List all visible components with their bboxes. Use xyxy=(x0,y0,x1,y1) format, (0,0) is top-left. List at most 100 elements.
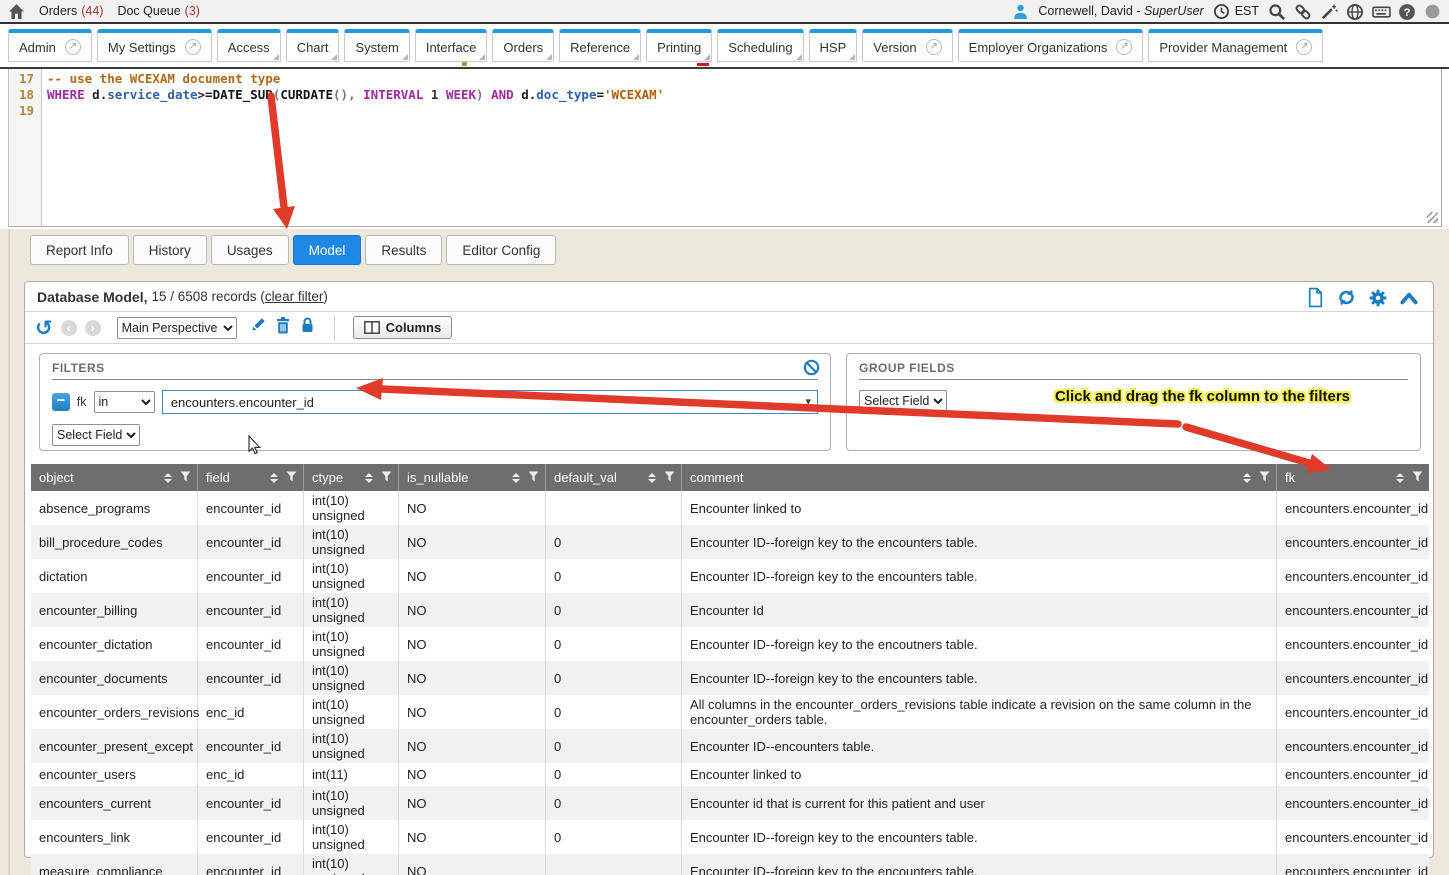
sort-icon[interactable] xyxy=(648,473,656,483)
collapse-chevron-icon[interactable] xyxy=(1399,290,1419,306)
cell-fk[interactable]: encounters.encounter_id xyxy=(1277,820,1429,854)
lock-icon[interactable] xyxy=(299,316,316,339)
topbar-menu-orders[interactable]: Orders (44) xyxy=(39,4,103,18)
edit-perspective-icon[interactable] xyxy=(249,316,267,339)
cell-fk[interactable]: encounters.encounter_id xyxy=(1277,661,1429,695)
user-name[interactable]: Cornewell, David - SuperUser xyxy=(1038,4,1203,18)
filter-value-input[interactable] xyxy=(163,391,817,413)
table-row-encounter-dictation[interactable]: encounter_dictationencounter_idint(10) u… xyxy=(31,627,1429,661)
new-document-icon[interactable] xyxy=(1306,287,1325,308)
help-icon[interactable]: ? xyxy=(1398,3,1415,20)
external-link-icon[interactable]: ↗ xyxy=(185,39,201,55)
nav-tab-hsp[interactable]: HSP xyxy=(809,29,858,62)
filter-funnel-icon[interactable] xyxy=(381,470,392,485)
sort-icon[interactable] xyxy=(164,473,172,483)
result-tab-history[interactable]: History xyxy=(133,235,207,265)
column-header-ctype[interactable]: ctype xyxy=(304,464,399,491)
cell-fk[interactable]: encounters.encounter_id xyxy=(1277,854,1429,875)
nav-tab-access[interactable]: Access xyxy=(217,29,281,62)
refresh-icon[interactable] xyxy=(1336,287,1357,308)
editor-code-area[interactable]: -- use the WCEXAM document typeWHERE d.s… xyxy=(42,69,1441,226)
table-row-dictation[interactable]: dictationencounter_idint(10) unsignedNO0… xyxy=(31,559,1429,593)
nav-tab-printing[interactable]: Printing xyxy=(646,29,712,62)
result-tab-results[interactable]: Results xyxy=(365,235,442,265)
remove-filter-button[interactable]: − xyxy=(52,393,70,411)
filter-funnel-icon[interactable] xyxy=(286,470,297,485)
home-icon[interactable] xyxy=(8,3,25,20)
external-link-icon[interactable]: ↗ xyxy=(1116,39,1132,55)
nav-tab-version[interactable]: Version↗ xyxy=(862,29,952,62)
nav-tab-orders[interactable]: Orders xyxy=(492,29,554,62)
sort-icon[interactable] xyxy=(1243,473,1251,483)
nav-tab-scheduling[interactable]: Scheduling xyxy=(717,29,803,62)
nav-tab-my-settings[interactable]: My Settings↗ xyxy=(97,29,212,62)
table-row-encounters-link[interactable]: encounters_linkencounter_idint(10) unsig… xyxy=(31,820,1429,854)
delete-perspective-icon[interactable] xyxy=(275,316,291,339)
table-row-bill-procedure-codes[interactable]: bill_procedure_codesencounter_idint(10) … xyxy=(31,525,1429,559)
combobox-caret-icon[interactable]: ▾ xyxy=(805,395,811,408)
nav-tab-system[interactable]: System xyxy=(344,29,409,62)
sort-icon[interactable] xyxy=(1396,473,1404,483)
nav-tab-employer-organizations[interactable]: Employer Organizations↗ xyxy=(958,29,1144,62)
cell-fk[interactable]: encounters.encounter_id xyxy=(1277,763,1429,786)
column-header-object[interactable]: object xyxy=(31,464,198,491)
result-tab-report-info[interactable]: Report Info xyxy=(30,235,129,265)
link-icon[interactable] xyxy=(1294,3,1311,20)
cell-fk[interactable]: encounters.encounter_id xyxy=(1277,525,1429,559)
history-forward-icon[interactable]: › xyxy=(85,320,101,336)
filter-operator-select[interactable]: in xyxy=(94,391,155,413)
filter-funnel-icon[interactable] xyxy=(664,470,675,485)
clear-filter-link[interactable]: clear filter xyxy=(265,289,324,304)
keyboard-icon[interactable] xyxy=(1372,3,1389,20)
cell-fk[interactable]: encounters.encounter_id xyxy=(1277,695,1429,729)
table-row-encounter-billing[interactable]: encounter_billingencounter_idint(10) uns… xyxy=(31,593,1429,627)
external-link-icon[interactable]: ↗ xyxy=(1296,39,1312,55)
result-tab-usages[interactable]: Usages xyxy=(211,235,289,265)
column-header-is-nullable[interactable]: is_nullable xyxy=(399,464,546,491)
cell-fk[interactable]: encounters.encounter_id xyxy=(1277,729,1429,763)
column-header-comment[interactable]: comment xyxy=(682,464,1277,491)
nav-tab-reference[interactable]: Reference xyxy=(559,29,641,62)
undo-icon[interactable]: ↺ xyxy=(35,318,53,338)
filter-funnel-icon[interactable] xyxy=(180,470,191,485)
table-row-encounter-orders-revisions[interactable]: encounter_orders_revisionsenc_idint(10) … xyxy=(31,695,1429,729)
sort-icon[interactable] xyxy=(270,473,278,483)
column-header-fk[interactable]: fk xyxy=(1277,464,1429,491)
clear-all-filters-icon[interactable] xyxy=(803,359,820,379)
table-row-encounters-current[interactable]: encounters_currentencounter_idint(10) un… xyxy=(31,786,1429,820)
cell-fk[interactable]: encounters.encounter_id xyxy=(1277,593,1429,627)
topbar-menu-doc-queue[interactable]: Doc Queue (3) xyxy=(117,4,200,18)
cell-fk[interactable]: encounters.encounter_id xyxy=(1277,491,1429,525)
globe-icon[interactable] xyxy=(1346,3,1363,20)
nav-tab-provider-management[interactable]: Provider Management↗ xyxy=(1148,29,1323,62)
history-back-icon[interactable]: ‹ xyxy=(61,320,77,336)
gear-icon[interactable] xyxy=(1368,288,1388,308)
table-row-measure-compliance[interactable]: measure_complianceencounter_idint(10) un… xyxy=(31,854,1429,875)
table-row-encounter-users[interactable]: encounter_usersenc_idint(11)NO0Encounter… xyxy=(31,763,1429,786)
cell-fk[interactable]: encounters.encounter_id xyxy=(1277,627,1429,661)
table-row-encounter-present-except[interactable]: encounter_present_exceptencounter_idint(… xyxy=(31,729,1429,763)
search-icon[interactable] xyxy=(1268,3,1285,20)
wand-icon[interactable] xyxy=(1320,3,1337,20)
clock-icon[interactable] xyxy=(1213,3,1230,20)
cell-fk[interactable]: encounters.encounter_id xyxy=(1277,786,1429,820)
perspective-select[interactable]: Main Perspective xyxy=(117,317,237,339)
sql-editor[interactable]: 171819 -- use the WCEXAM document typeWH… xyxy=(8,69,1442,227)
add-filter-field-select[interactable]: Select Field xyxy=(52,424,140,446)
filter-funnel-icon[interactable] xyxy=(528,470,539,485)
column-header-default-val[interactable]: default_val xyxy=(546,464,682,491)
external-link-icon[interactable]: ↗ xyxy=(926,39,942,55)
result-tab-editor-config[interactable]: Editor Config xyxy=(446,235,556,265)
sort-icon[interactable] xyxy=(365,473,373,483)
nav-tab-admin[interactable]: Admin↗ xyxy=(8,29,92,62)
cell-fk[interactable]: encounters.encounter_id xyxy=(1277,559,1429,593)
nav-tab-chart[interactable]: Chart xyxy=(286,29,340,62)
table-row-encounter-documents[interactable]: encounter_documentsencounter_idint(10) u… xyxy=(31,661,1429,695)
editor-resize-grip[interactable] xyxy=(1427,212,1438,223)
add-group-field-select[interactable]: Select Field xyxy=(859,390,947,412)
filter-funnel-icon[interactable] xyxy=(1412,470,1423,485)
external-link-icon[interactable]: ↗ xyxy=(65,39,81,55)
table-row-absence-programs[interactable]: absence_programsencounter_idint(10) unsi… xyxy=(31,491,1429,525)
columns-button[interactable]: Columns xyxy=(353,316,453,339)
filter-funnel-icon[interactable] xyxy=(1259,470,1270,485)
